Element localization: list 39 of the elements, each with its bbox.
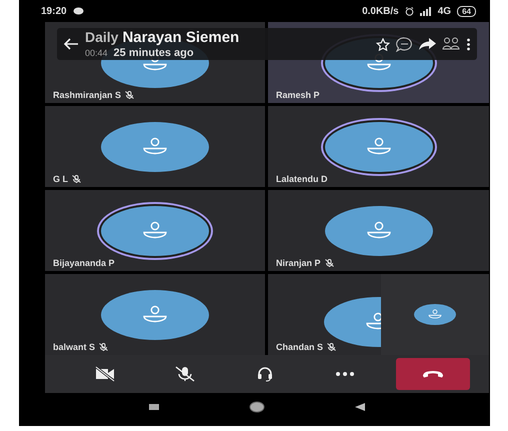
recent-apps-icon[interactable] [149,404,159,410]
participant-name: Lalatendu D [276,174,328,184]
people-icon[interactable] [442,37,460,51]
participant-name: Rashmiranjan S [53,90,122,100]
participant-tile[interactable]: Lalatendu D [268,106,489,187]
home-icon[interactable] [249,400,265,412]
avatar [414,304,456,325]
network-speed: 0.0KB/s [362,6,399,16]
participant-tile[interactable]: balwant S [45,274,265,355]
back-arrow-icon[interactable] [63,38,79,50]
participant-tile[interactable]: Niranjan P [268,190,489,271]
more-icon [335,371,355,377]
participant-tile[interactable]: G L [45,106,265,187]
speaker-name: Narayan Siemen [122,29,240,46]
meeting-title: Daily [85,29,118,45]
battery-level: 64 [457,6,476,16]
network-type: 4G [438,6,452,16]
alarm-icon [404,6,414,16]
star-icon[interactable] [376,38,390,50]
hang-up-icon [422,370,444,378]
participant-name: Chandan S [276,342,324,352]
participant-name: balwant S [53,342,96,352]
hang-up-button[interactable] [396,358,470,390]
participant-name: Ramesh P [276,90,320,100]
call-duration: 00:44 [85,48,108,58]
participant-tile[interactable]: Chandan S [268,274,381,355]
more-options-icon[interactable] [466,38,471,50]
avatar [324,297,381,347]
share-arrow-icon[interactable] [419,38,436,50]
headset-icon [257,366,273,382]
clock-time: 19:20 [41,6,67,16]
speaker-time: 25 minutes ago [114,47,194,59]
participant-tile[interactable]: Bijayananda P [45,190,265,271]
signal-icon [420,6,432,16]
participant-name: Niranjan P [276,258,321,268]
back-icon[interactable] [355,402,365,410]
participant-name: Bijayananda P [53,258,115,268]
participant-name: G L [53,174,68,184]
chat-icon[interactable] [396,36,413,52]
